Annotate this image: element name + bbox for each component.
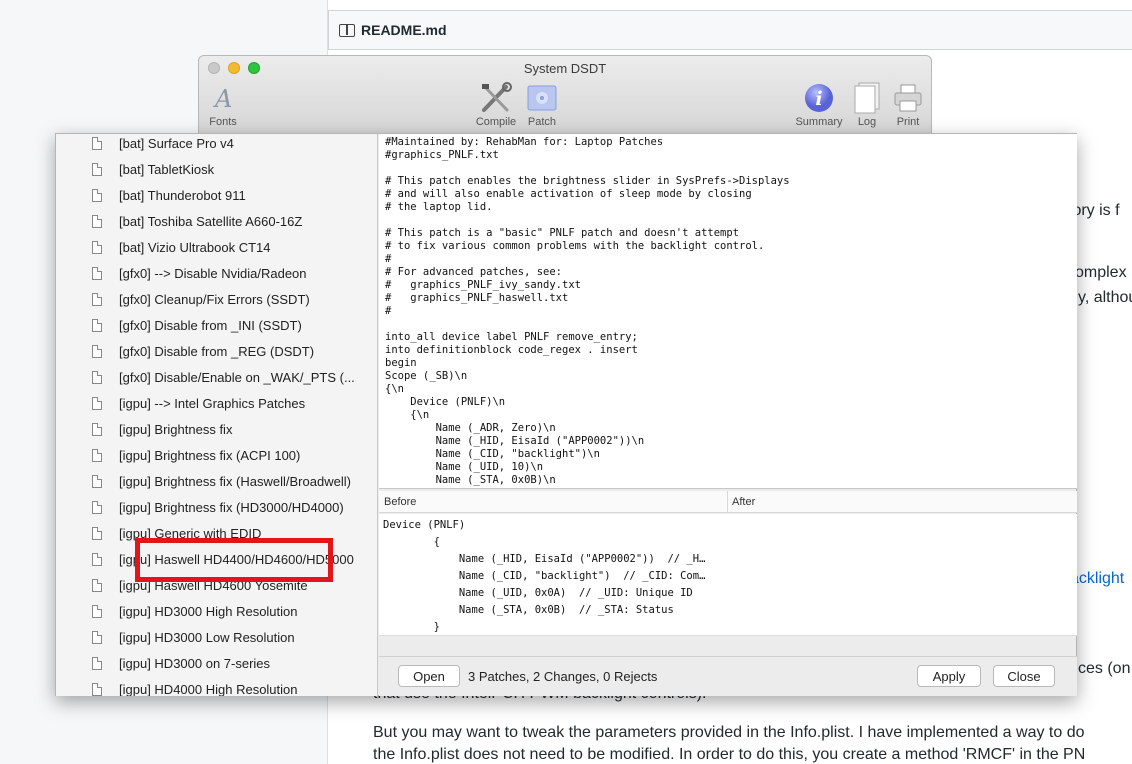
document-icon [92,656,102,670]
document-icon [92,370,102,384]
readme-text-line: the Info.plist does not need to be modif… [373,746,1086,763]
summary-toolbar-button[interactable]: i Summary [792,82,846,128]
patch-icon [524,82,560,114]
readme-text-line: But you may want to tweak the parameters… [373,724,1085,741]
document-icon [92,292,102,306]
document-icon [92,136,102,150]
patch-list-item[interactable]: [igpu] --> Intel Graphics Patches [92,390,305,416]
patch-list-item[interactable]: [gfx0] Disable from _REG (DSDT) [92,338,314,364]
log-document-icon [851,82,883,114]
close-button[interactable]: Close [993,665,1055,687]
patch-list-item[interactable]: [igpu] HD3000 Low Resolution [92,624,295,650]
document-icon [92,240,102,254]
print-label: Print [896,116,920,128]
open-button[interactable]: Open [398,665,460,687]
patch-list-item[interactable]: [igpu] Brightness fix (HD3000/HD4000) [92,494,344,520]
column-divider[interactable] [727,491,728,513]
document-icon [92,448,102,462]
fonts-label: Fonts [209,116,237,128]
sheet-footer: Open 3 Patches, 2 Changes, 0 Rejects App… [379,656,1077,696]
document-icon [92,630,102,644]
patch-toolbar-button[interactable]: Patch [524,82,560,128]
document-icon [92,266,102,280]
info-icon: i [792,82,846,114]
document-icon [92,318,102,332]
patch-list-item[interactable]: [igpu] Brightness fix (Haswell/Broadwell… [92,468,351,494]
readme-title: README.md [361,22,447,38]
document-icon [92,214,102,228]
before-column-label: Before [384,496,417,508]
document-icon [92,578,102,592]
window-title: System DSDT [523,61,607,76]
diff-header: Before After [379,491,1077,513]
red-highlight-box [135,538,333,582]
patch-list-item[interactable]: [bat] Vizio Ultrabook CT14 [92,234,271,260]
fonts-icon: A [205,82,241,114]
system-dsdt-window: System DSDT A Fonts Compile Patch i Summ… [198,55,932,135]
patch-list-item[interactable]: [igpu] HD3000 High Resolution [92,598,298,624]
fonts-toolbar-button[interactable]: A Fonts [205,82,241,128]
document-icon [92,344,102,358]
patch-status-text: 3 Patches, 2 Changes, 0 Rejects [468,669,658,684]
patch-list-item[interactable]: [igpu] Brightness fix (ACPI 100) [92,442,300,468]
patch-list-item[interactable]: [gfx0] --> Disable Nvidia/Radeon [92,260,307,286]
print-toolbar-button[interactable]: Print [890,82,926,128]
readme-text-fragment: y, althou [1078,289,1132,306]
document-icon [92,552,102,566]
patch-sheet: [bat] Surface Pro v4 [bat] TabletKiosk [… [55,133,1077,696]
diff-before-view[interactable]: Device (PNLF) { Name (_HID, EisaId ("APP… [379,514,1077,636]
readme-text-fragment: omplex [1075,264,1127,281]
patch-list-item[interactable]: [bat] Thunderobot 911 [92,182,246,208]
patch-list-item[interactable]: [bat] TabletKiosk [92,156,214,182]
compile-toolbar-button[interactable]: Compile [473,82,519,128]
patch-list-item[interactable]: [bat] Surface Pro v4 [92,134,234,156]
apply-button[interactable]: Apply [917,665,981,687]
compile-label: Compile [475,116,517,128]
patch-label: Patch [527,116,557,128]
document-icon [92,396,102,410]
readme-text-fragment: ces (on [1078,660,1131,677]
after-column-label: After [732,496,756,508]
document-icon [92,162,102,176]
patch-code-view[interactable]: #Maintained by: RehabMan for: Laptop Pat… [379,134,1077,489]
document-icon [92,422,102,436]
patch-list-item[interactable]: [igpu] HD4000 High Resolution [92,676,298,696]
readme-header: README.md [328,10,1132,50]
patch-list-item[interactable]: [gfx0] Disable from _INI (SSDT) [92,312,302,338]
compile-tools-icon [473,82,519,114]
summary-label: Summary [795,116,843,128]
document-icon [92,526,102,540]
patch-list-item[interactable]: [igpu] HD3000 on 7-series [92,650,270,676]
log-toolbar-button[interactable]: Log [851,82,883,128]
printer-icon [890,82,926,114]
patch-list[interactable]: [bat] Surface Pro v4 [bat] TabletKiosk [… [56,134,378,696]
book-icon [339,23,355,37]
document-icon [92,682,102,696]
patch-list-item[interactable]: [gfx0] Disable/Enable on _WAK/_PTS (... [92,364,355,390]
svg-text:A: A [213,85,232,111]
patch-list-item[interactable]: [gfx0] Cleanup/Fix Errors (SSDT) [92,286,310,312]
document-icon [92,604,102,618]
document-icon [92,500,102,514]
log-label: Log [857,116,877,128]
document-icon [92,188,102,202]
readme-link-fragment[interactable]: acklight [1070,570,1124,588]
document-icon [92,474,102,488]
patch-list-item-selected[interactable]: [igpu] Brightness fix [92,416,232,442]
patch-list-item[interactable]: [bat] Toshiba Satellite A660-16Z [92,208,302,234]
svg-text:i: i [815,88,822,110]
